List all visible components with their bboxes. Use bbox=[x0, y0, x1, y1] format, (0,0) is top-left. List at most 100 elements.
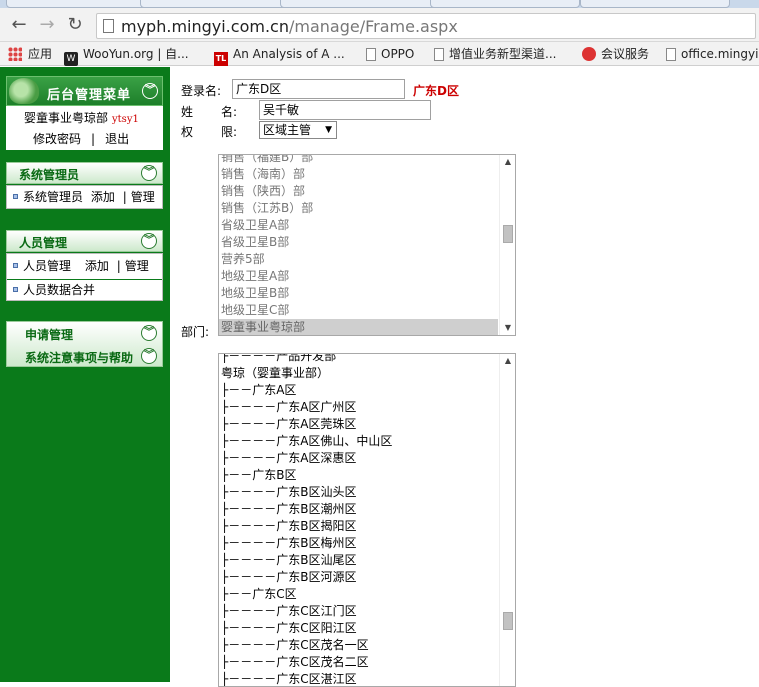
browser-tab[interactable] bbox=[430, 0, 580, 8]
sys-admin-manage-link[interactable]: 管理 bbox=[131, 190, 155, 204]
region-option[interactable]: ├－－－－广东C区茂名二区 bbox=[219, 654, 499, 671]
chevron-down-icon[interactable]: ︾ bbox=[141, 325, 157, 341]
scroll-thumb[interactable] bbox=[503, 225, 513, 243]
region-option[interactable]: ├－－广东B区 bbox=[219, 467, 499, 484]
sys-admin-add-link[interactable]: 添加 bbox=[91, 190, 115, 204]
personnel-add-link[interactable]: 添加 bbox=[85, 259, 109, 273]
change-password-link[interactable]: 修改密码 bbox=[33, 132, 81, 146]
scroll-down-icon[interactable]: ▼ bbox=[500, 321, 515, 335]
dept-option[interactable]: 省级卫星A部 bbox=[219, 217, 498, 234]
bookmark-apps[interactable]: 应用 bbox=[8, 45, 52, 63]
region-option[interactable]: ├－－－－广东A区莞珠区 bbox=[219, 416, 499, 433]
region-option[interactable]: ├－－－－广东C区阳江区 bbox=[219, 620, 499, 637]
personnel-panel-header[interactable]: 人员管理 ︾ bbox=[6, 230, 163, 252]
meeting-icon bbox=[582, 47, 596, 61]
region-option[interactable]: ├－－－－广东B区汕头区 bbox=[219, 484, 499, 501]
region-option[interactable]: ├－－－－广东A区广州区 bbox=[219, 399, 499, 416]
file-icon bbox=[666, 48, 676, 61]
personnel-manage-link[interactable]: 管理 bbox=[125, 259, 149, 273]
scroll-up-icon[interactable]: ▲ bbox=[500, 354, 515, 368]
bullet-icon bbox=[13, 194, 18, 199]
region-option[interactable]: ├－－－－广东B区潮州区 bbox=[219, 501, 499, 518]
login-hint: 广东D区 bbox=[413, 84, 459, 98]
forward-icon[interactable]: → bbox=[36, 14, 58, 36]
address-bar[interactable]: myph.mingyi.com.cn/manage/Frame.aspx bbox=[96, 13, 756, 39]
dept-option[interactable]: 销售（陕西）部 bbox=[219, 183, 498, 200]
region-option[interactable]: ├－－－－广东B区梅州区 bbox=[219, 535, 499, 552]
bookmark-analysis[interactable]: TL An Analysis of A ... bbox=[214, 45, 345, 66]
list-item: 系统管理员 添加 | 管理 bbox=[7, 187, 162, 207]
bookmark-oppo[interactable]: OPPO bbox=[366, 45, 414, 63]
page-icon bbox=[103, 19, 114, 33]
name-input[interactable]: 吴千敏 bbox=[259, 100, 431, 120]
logout-link[interactable]: 退出 bbox=[105, 132, 129, 146]
scroll-up-icon[interactable]: ▲ bbox=[500, 155, 515, 169]
region-option[interactable]: ├－－－－广东B区揭阳区 bbox=[219, 518, 499, 535]
browser-tab[interactable] bbox=[280, 0, 440, 8]
scrollbar[interactable]: ▲ ▼ bbox=[499, 155, 515, 335]
dept-option[interactable]: 营养5部 bbox=[219, 251, 498, 268]
name-label: 姓名: bbox=[181, 105, 238, 119]
file-icon bbox=[434, 48, 444, 61]
region-option[interactable]: ├－－－－广东B区汕尾区 bbox=[219, 552, 499, 569]
address-url: myph.mingyi.com.cn/manage/Frame.aspx bbox=[121, 17, 458, 36]
region-option[interactable]: ├－－－－产品开发部 bbox=[219, 354, 499, 365]
chevron-down-icon[interactable]: ︾ bbox=[141, 233, 157, 249]
user-info-box: 婴童事业粤琼部 ytsy1 修改密码 | 退出 bbox=[6, 106, 163, 150]
region-option[interactable]: ├－－－－广东C区湛江区 bbox=[219, 671, 499, 686]
browser-toolbar: ← → ↻ myph.mingyi.com.cn/manage/Frame.as… bbox=[0, 8, 759, 42]
collapse-chevron-icon[interactable]: ︾ bbox=[142, 83, 158, 99]
chevron-down-icon[interactable]: ︾ bbox=[141, 165, 157, 181]
region-option[interactable]: ├－－－－广东C区江门区 bbox=[219, 603, 499, 620]
dept-option[interactable]: 婴童事业粤琼部 bbox=[219, 319, 498, 335]
region-tree-listbox[interactable]: ├－－－－产品开发部 粤琼（婴童事业部） ├－－广东A区 ├－－－－广东A区广州区 ├－… bbox=[218, 353, 516, 687]
dropdown-arrow-icon: ▼ bbox=[325, 125, 332, 135]
chevron-down-icon[interactable]: ︾ bbox=[141, 348, 157, 364]
region-option[interactable]: ├－－广东A区 bbox=[219, 382, 499, 399]
browser-tab-strip bbox=[0, 0, 759, 8]
dept-option[interactable]: 省级卫星B部 bbox=[219, 234, 498, 251]
dept-listbox[interactable]: 销售（福建B）部 销售（海南）部 销售（陕西）部 销售（江苏B）部 省级卫星A部 省级卫星… bbox=[218, 154, 516, 336]
bookmarks-bar: 应用 W WooYun.org | 自... TL An Analysis of A… bbox=[0, 42, 759, 66]
logo-icon bbox=[9, 78, 39, 104]
dept-option[interactable]: 地级卫星A部 bbox=[219, 268, 498, 285]
region-option[interactable]: ├－－－－广东A区深惠区 bbox=[219, 450, 499, 467]
region-option[interactable]: ├－－－－广东B区河源区 bbox=[219, 569, 499, 586]
reload-icon[interactable]: ↻ bbox=[64, 14, 86, 36]
login-label: 登录名: bbox=[181, 84, 222, 98]
dept-option[interactable]: 地级卫星C部 bbox=[219, 302, 498, 319]
bookmark-office[interactable]: office.mingyi. bbox=[666, 45, 759, 63]
region-option[interactable]: ├－－－－广东C区茂名一区 bbox=[219, 637, 499, 654]
dept-option[interactable]: 地级卫星B部 bbox=[219, 285, 498, 302]
login-input[interactable]: 广东D区 bbox=[232, 79, 405, 99]
dept-option[interactable]: 销售（福建B）部 bbox=[219, 155, 498, 166]
help-link[interactable]: 系统注意事项与帮助 bbox=[25, 349, 133, 366]
list-item[interactable]: 人员数据合并 bbox=[7, 279, 162, 299]
dept-option[interactable]: 销售（江苏B）部 bbox=[219, 200, 498, 217]
browser-tab[interactable] bbox=[140, 0, 290, 8]
region-option[interactable]: ├－－－－广东A区佛山、中山区 bbox=[219, 433, 499, 450]
user-dept: 婴童事业粤琼部 ytsy1 bbox=[24, 111, 139, 125]
bookmark-meeting[interactable]: 会议服务 bbox=[582, 45, 649, 63]
scrollbar[interactable]: ▲ bbox=[499, 354, 515, 686]
back-icon[interactable]: ← bbox=[8, 14, 30, 36]
bookmark-wooyun[interactable]: W WooYun.org | 自... bbox=[64, 45, 189, 66]
scroll-thumb[interactable] bbox=[503, 612, 513, 630]
region-option[interactable]: 粤琼（婴童事业部） bbox=[219, 365, 499, 382]
browser-tab[interactable] bbox=[580, 0, 730, 8]
sys-admin-panel-header[interactable]: 系统管理员 ︾ bbox=[6, 162, 163, 184]
admin-menu-header: 后台管理菜单 ︾ bbox=[6, 76, 163, 106]
dept-option[interactable]: 销售（海南）部 bbox=[219, 166, 498, 183]
tl-icon: TL bbox=[214, 52, 228, 66]
bookmark-vas[interactable]: 增值业务新型渠道... bbox=[434, 45, 556, 63]
role-label: 权限: bbox=[181, 125, 238, 139]
apply-management-link[interactable]: 申请管理 bbox=[25, 326, 73, 343]
main-form: 登录名: 广东D区 广东D区 姓名: 吴千敏 权限: 区域主管 ▼ 部门: 销售（… bbox=[170, 67, 759, 687]
dept-label: 部门: bbox=[181, 325, 210, 339]
region-option[interactable]: ├－－广东C区 bbox=[219, 586, 499, 603]
merge-personnel-link[interactable]: 人员数据合并 bbox=[23, 283, 95, 297]
role-select[interactable]: 区域主管 ▼ bbox=[259, 121, 337, 139]
sidebar: 后台管理菜单 ︾ 婴童事业粤琼部 ytsy1 修改密码 | 退出 系统管理员 ︾ 系统… bbox=[0, 67, 170, 682]
apply-help-panel: 申请管理 ︾ 系统注意事项与帮助 ︾ bbox=[6, 321, 163, 367]
list-item: 人员管理 添加 | 管理 bbox=[7, 256, 162, 276]
